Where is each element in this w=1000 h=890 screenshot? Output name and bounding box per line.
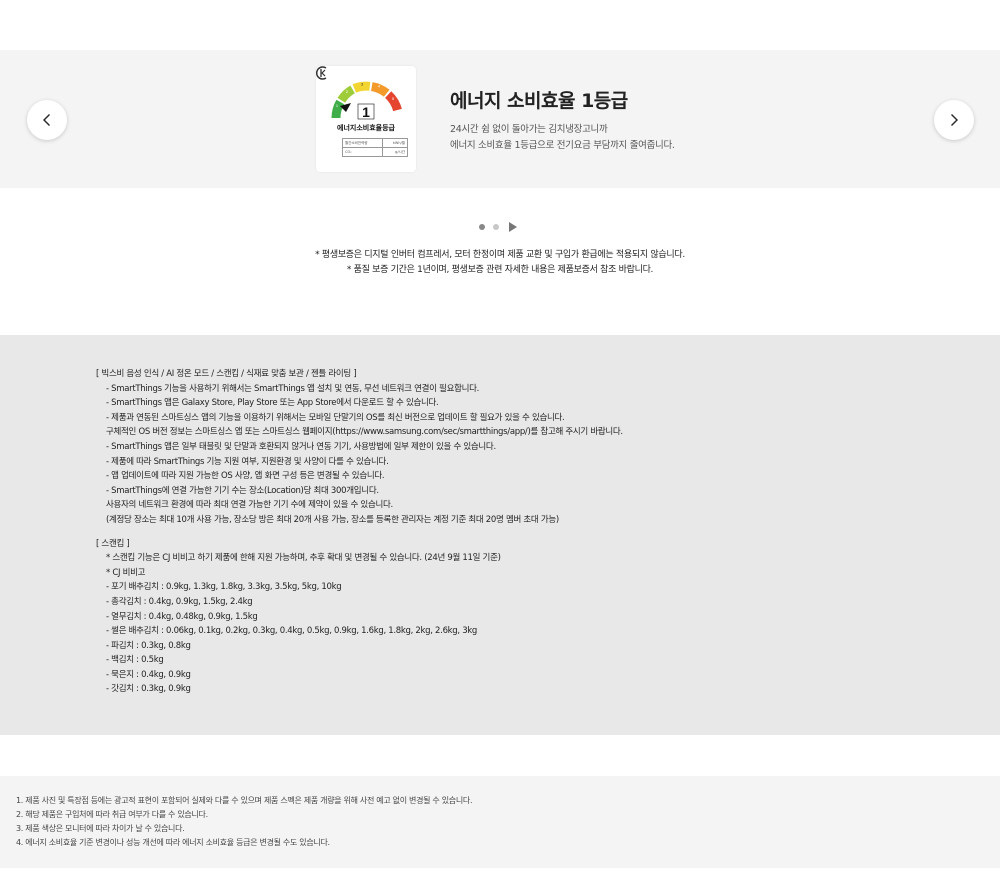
kc-mark-icon: [316, 66, 327, 80]
carousel-dot-2[interactable]: [493, 224, 499, 230]
disclaimer-line: 2. 해당 제품은 구입처에 따라 취급 여부가 다를 수 있습니다.: [16, 810, 208, 819]
note-line: - SmartThings 기능을 사용하기 위해서는 SmartThings …: [106, 383, 480, 394]
note-line: - SmartThings에 연결 가능한 기기 수는 장소(Location)…: [106, 485, 379, 496]
note-line: - 앱 업데이트에 따라 지원 가능한 OS 사양, 앱 화면 구성 등은 변경…: [106, 471, 385, 482]
note-line: - 제품에 따라 SmartThings 기능 지원 여부, 지원환경 및 사양…: [106, 456, 389, 467]
disclaimer-panel: 1. 제품 사진 및 특장점 등에는 광고적 표현이 포함되어 실제와 다를 수…: [0, 776, 1000, 868]
note-heading: [ 빅스비 음성 인식 / AI 정온 모드 / 스캔킵 / 식재료 맞춤 보관…: [96, 369, 357, 379]
note-line: - 갓김치 : 0.3kg, 0.9kg: [106, 684, 191, 695]
carousel-indicators: [479, 222, 517, 232]
disclaimer-text: 1. 제품 사진 및 특장점 등에는 광고적 표현이 포함되어 실제와 다를 수…: [16, 794, 473, 850]
energy-label-row: CO₂ g/시간: [341, 147, 408, 157]
disclaimer-line: 3. 제품 색상은 모니터에 따라 차이가 날 수 있습니다.: [16, 824, 185, 833]
note-heading: [ 스캔킵 ]: [96, 538, 130, 549]
warranty-note: * 평생보증은 디지털 인버터 컴프레서, 모터 한정이며 제품 교환 및 구입…: [0, 248, 1000, 278]
note-line: - 열무김치 : 0.4kg, 0.48kg, 0.9kg, 1.5kg: [106, 611, 258, 622]
slide-description-line: 24시간 쉼 없이 돌아가는 김치냉장고니까: [450, 124, 608, 135]
energy-label-cell: 월간소비전력량: [341, 138, 384, 148]
chevron-right-icon: [951, 114, 958, 126]
note-line: * CJ 비비고: [106, 567, 146, 578]
energy-label-row: 월간소비전력량 kWh/월: [341, 138, 408, 148]
slide-description: 24시간 쉼 없이 돌아가는 김치냉장고니까 에너지 소비효율 1등급으로 전기…: [450, 122, 675, 154]
note-line: - 포기 배추김치 : 0.9kg, 1.3kg, 1.8kg, 3.3kg, …: [106, 582, 342, 593]
energy-label-cell: kWh/월: [382, 138, 408, 148]
note-line: - SmartThings 앱은 일부 태블릿 및 단말과 호환되지 않거나 연…: [106, 441, 496, 452]
carousel-prev-button[interactable]: [27, 100, 67, 140]
carousel-next-button[interactable]: [934, 100, 974, 140]
feature-notes-text: [ 빅스비 음성 인식 / AI 정온 모드 / 스캔킵 / 식재료 맞춤 보관…: [96, 367, 623, 697]
notes-spacer: [96, 528, 623, 537]
energy-label-cell: CO₂: [341, 147, 384, 157]
energy-grade-number: 1: [362, 104, 370, 120]
carousel-dot-1[interactable]: [479, 224, 485, 230]
energy-label-title: 에너지소비효율등급: [337, 124, 395, 132]
slide-description-line: 에너지 소비효율 1등급으로 전기요금 부담까지 줄여줍니다.: [450, 140, 675, 151]
note-line: 사용자의 네트워크 환경에 따라 최대 연결 가능한 기기 수에 제약이 있을 …: [106, 500, 393, 511]
note-line: - 제품과 연동된 스마트싱스 앱의 기능을 이용하기 위해서는 모바일 단말기…: [106, 412, 565, 423]
note-line: * 스캔킵 기능은 CJ 비비고 하기 제품에 한해 지원 가능하며, 추후 확…: [106, 553, 501, 564]
slide-title: 에너지 소비효율 1등급: [450, 90, 628, 112]
note-line: - 썰은 배추김치 : 0.06kg, 0.1kg, 0.2kg, 0.3kg,…: [106, 626, 478, 637]
note-line: - 파김치 : 0.3kg, 0.8kg: [106, 640, 191, 651]
note-line: - 묵은지 : 0.4kg, 0.9kg: [106, 669, 191, 680]
chevron-left-icon: [43, 114, 50, 126]
note-line: - 총각김치 : 0.4kg, 0.9kg, 1.5kg, 2.4kg: [106, 596, 253, 607]
energy-label-cell: g/시간: [382, 147, 408, 157]
feature-carousel: 1 2 3 4 5 1 에너지소비효율등급 월간소비전력량 kWh/월 CO₂ …: [0, 50, 1000, 188]
warranty-line: * 평생보증은 디지털 인버터 컴프레서, 모터 한정이며 제품 교환 및 구입…: [315, 250, 685, 260]
note-line: (계정당 장소는 최대 10개 사용 가능, 장소당 방은 최대 20개 사용 …: [106, 514, 559, 525]
warranty-line: * 품질 보증 기간은 1년이며, 평생보증 관련 자세한 내용은 제품보증서 …: [346, 265, 654, 275]
energy-label-image: 1 2 3 4 5 1 에너지소비효율등급 월간소비전력량 kWh/월 CO₂ …: [316, 66, 416, 172]
energy-label-table: 월간소비전력량 kWh/월 CO₂ g/시간: [341, 138, 408, 157]
note-line: 구체적인 OS 버전 정보는 스마트싱스 앱 또는 스마트싱스 웹페이지(htt…: [106, 427, 623, 438]
play-icon[interactable]: [509, 222, 517, 232]
feature-notes-panel: [ 빅스비 음성 인식 / AI 정온 모드 / 스캔킵 / 식재료 맞춤 보관…: [0, 335, 1000, 735]
disclaimer-line: 1. 제품 사진 및 특장점 등에는 광고적 표현이 포함되어 실제와 다를 수…: [16, 796, 473, 805]
disclaimer-line: 4. 에너지 소비효율 기준 변경이나 성능 개선에 따라 에너지 소비효율 등…: [16, 838, 330, 847]
note-line: - SmartThings 앱은 Galaxy Store, Play Stor…: [106, 398, 439, 409]
note-line: - 백김치 : 0.5kg: [106, 655, 164, 666]
